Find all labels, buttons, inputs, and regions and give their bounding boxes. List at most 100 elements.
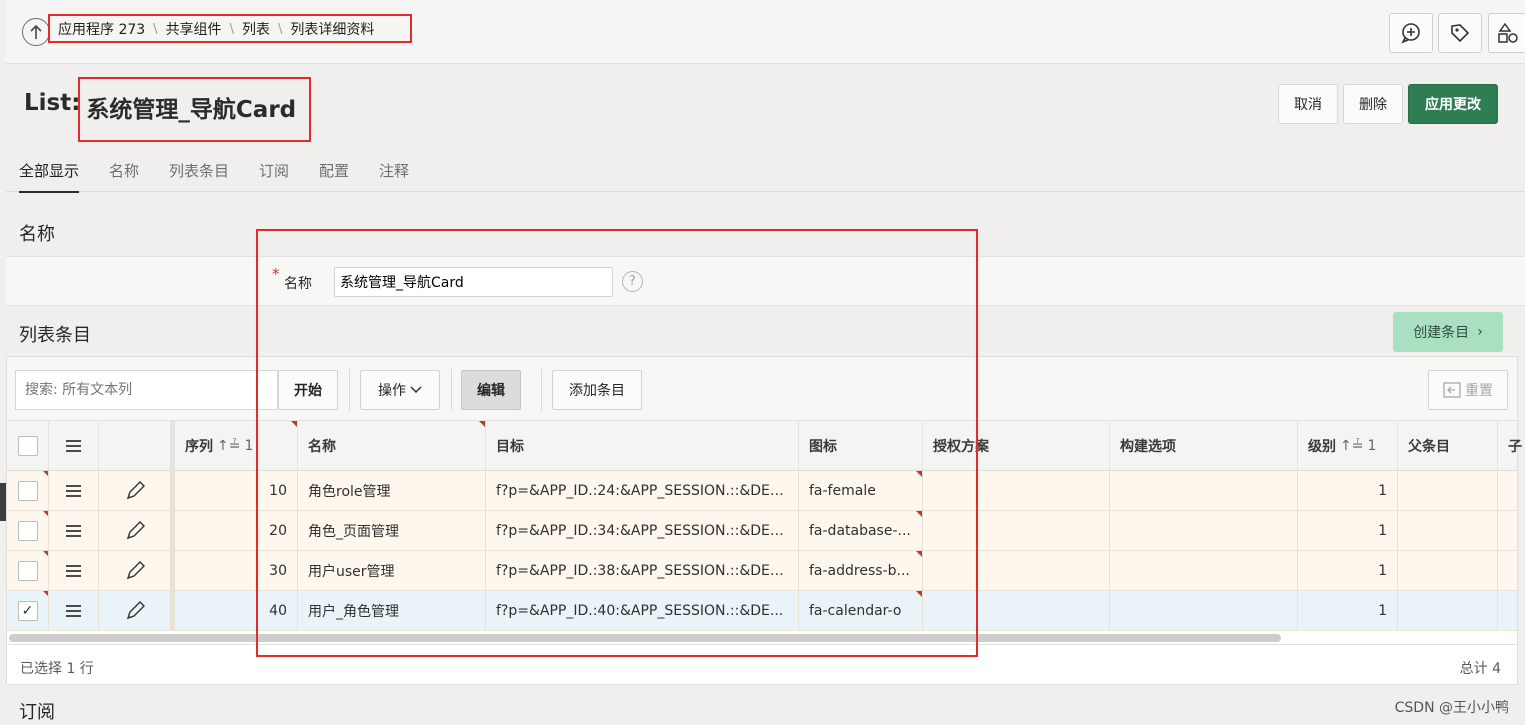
cell-target[interactable]: f?p=&APP_ID.:34:&APP_SESSION.::&DEB... (486, 511, 799, 551)
tag-button[interactable] (1438, 13, 1482, 53)
search-input[interactable] (15, 370, 278, 410)
column-header-build-option[interactable]: 构建选项 (1110, 421, 1298, 471)
row-actions-cell[interactable] (49, 551, 99, 591)
cell-name[interactable]: 角色_页面管理 (298, 511, 486, 551)
breadcrumb-item[interactable]: 应用程序 273 (58, 19, 145, 39)
column-header-child[interactable]: 子 (1498, 421, 1525, 471)
breadcrumb-item[interactable]: 列表 (242, 19, 270, 39)
name-input[interactable] (334, 267, 613, 297)
cell-icon[interactable]: fa-address-b... (799, 551, 923, 591)
row-edit-cell[interactable] (99, 551, 171, 591)
cancel-button[interactable]: 取消 (1278, 84, 1338, 124)
cell-child[interactable] (1498, 471, 1525, 511)
delete-button[interactable]: 删除 (1343, 84, 1403, 124)
row-actions-cell[interactable] (49, 511, 99, 551)
row-actions-header[interactable] (49, 421, 99, 471)
cell-name[interactable]: 角色role管理 (298, 471, 486, 511)
column-header-parent[interactable]: 父条目 (1398, 421, 1498, 471)
shared-components-button[interactable] (1488, 13, 1525, 53)
cell-authorization[interactable] (923, 591, 1110, 631)
create-entry-button[interactable]: 创建条目 › (1393, 312, 1503, 352)
edit-toggle-button[interactable]: 编辑 (461, 370, 521, 410)
navigate-up-icon[interactable] (22, 18, 50, 46)
pencil-icon[interactable] (124, 480, 146, 502)
tab-name[interactable]: 名称 (109, 160, 139, 181)
menu-icon[interactable] (66, 605, 81, 617)
column-header-target[interactable]: 目标 (486, 421, 799, 471)
cell-level[interactable]: 1 (1298, 511, 1398, 551)
row-checkbox-cell[interactable] (7, 551, 49, 591)
menu-icon[interactable] (66, 485, 81, 497)
cell-parent[interactable] (1398, 591, 1498, 631)
cell-parent[interactable] (1398, 471, 1498, 511)
scrollbar-thumb[interactable] (9, 634, 1281, 642)
cell-child[interactable] (1498, 511, 1525, 551)
breadcrumb-item[interactable]: 共享组件 (166, 19, 222, 39)
pencil-icon[interactable] (124, 520, 146, 542)
go-button[interactable]: 开始 (278, 370, 338, 410)
tab-comments[interactable]: 注释 (379, 160, 409, 181)
tab-list-entries[interactable]: 列表条目 (169, 160, 229, 181)
cell-child[interactable] (1498, 591, 1525, 631)
row-edit-cell[interactable] (99, 591, 171, 631)
cell-authorization[interactable] (923, 551, 1110, 591)
add-comment-button[interactable] (1389, 13, 1433, 53)
cell-seq[interactable]: 20 (171, 511, 298, 551)
cell-seq[interactable]: 10 (171, 471, 298, 511)
row-checkbox[interactable] (17, 481, 38, 501)
pencil-icon[interactable] (124, 560, 146, 582)
cell-build-option[interactable] (1110, 591, 1298, 631)
cell-icon[interactable]: fa-female (799, 471, 923, 511)
row-actions-cell[interactable] (49, 591, 99, 631)
cell-name[interactable]: 用户user管理 (298, 551, 486, 591)
table-row[interactable]: 10 角色role管理 f?p=&APP_ID.:24:&APP_SESSION.:… (7, 471, 1517, 511)
table-row[interactable]: 20 角色_页面管理 f?p=&APP_ID.:34:&APP_SESSION.::… (7, 511, 1517, 551)
pencil-icon[interactable] (124, 600, 146, 622)
row-checkbox-cell[interactable] (7, 471, 49, 511)
column-header-authorization[interactable]: 授权方案 (923, 421, 1110, 471)
reset-button[interactable]: 重置 (1428, 370, 1508, 410)
cell-build-option[interactable] (1110, 471, 1298, 511)
row-edit-cell[interactable] (99, 511, 171, 551)
add-row-button[interactable]: 添加条目 (552, 370, 642, 410)
cell-icon[interactable]: fa-database-... (799, 511, 923, 551)
column-header-name[interactable]: 名称 (298, 421, 486, 471)
cell-target[interactable]: f?p=&APP_ID.:38:&APP_SESSION.::&DEB... (486, 551, 799, 591)
table-row[interactable]: 30 用户user管理 f?p=&APP_ID.:38:&APP_SESSION.:… (7, 551, 1517, 591)
menu-icon[interactable] (66, 525, 81, 537)
cell-level[interactable]: 1 (1298, 471, 1398, 511)
row-checkbox-cell[interactable]: ✓ (7, 591, 49, 631)
row-checkbox[interactable] (17, 561, 38, 581)
cell-build-option[interactable] (1110, 551, 1298, 591)
cell-build-option[interactable] (1110, 511, 1298, 551)
cell-level[interactable]: 1 (1298, 591, 1398, 631)
cell-parent[interactable] (1398, 511, 1498, 551)
menu-icon[interactable] (66, 565, 81, 577)
cell-target[interactable]: f?p=&APP_ID.:24:&APP_SESSION.::&DEB... (486, 471, 799, 511)
row-checkbox-cell[interactable] (7, 511, 49, 551)
cell-name[interactable]: 用户_角色管理 (298, 591, 486, 631)
actions-menu-button[interactable]: 操作 (360, 370, 440, 410)
column-header-level[interactable]: 级别 ↑≟ 1 (1298, 421, 1398, 471)
cell-target[interactable]: f?p=&APP_ID.:40:&APP_SESSION.::&DE... (486, 591, 799, 631)
tab-subscription[interactable]: 订阅 (259, 160, 289, 181)
apply-changes-button[interactable]: 应用更改 (1408, 84, 1498, 124)
cell-level[interactable]: 1 (1298, 551, 1398, 591)
select-all-checkbox[interactable] (17, 436, 38, 456)
cell-seq[interactable]: 30 (171, 551, 298, 591)
row-checkbox[interactable]: ✓ (17, 601, 38, 621)
row-actions-cell[interactable] (49, 471, 99, 511)
horizontal-scrollbar[interactable] (7, 631, 1517, 643)
column-header-icon[interactable]: 图标 (799, 421, 923, 471)
help-icon[interactable]: ? (622, 271, 643, 292)
table-row[interactable]: ✓ 40 用户_角色管理 f?p=&APP_ID.:40:&APP_SESSION.:… (7, 591, 1517, 631)
tab-show-all[interactable]: 全部显示 (19, 160, 80, 193)
cell-authorization[interactable] (923, 471, 1110, 511)
cell-child[interactable] (1498, 551, 1525, 591)
row-edit-cell[interactable] (99, 471, 171, 511)
cell-authorization[interactable] (923, 511, 1110, 551)
cell-icon[interactable]: fa-calendar-o (799, 591, 923, 631)
row-checkbox[interactable] (17, 521, 38, 541)
column-header-seq[interactable]: 序列 ↑≟ 1 (171, 421, 298, 471)
tab-configuration[interactable]: 配置 (319, 160, 349, 181)
